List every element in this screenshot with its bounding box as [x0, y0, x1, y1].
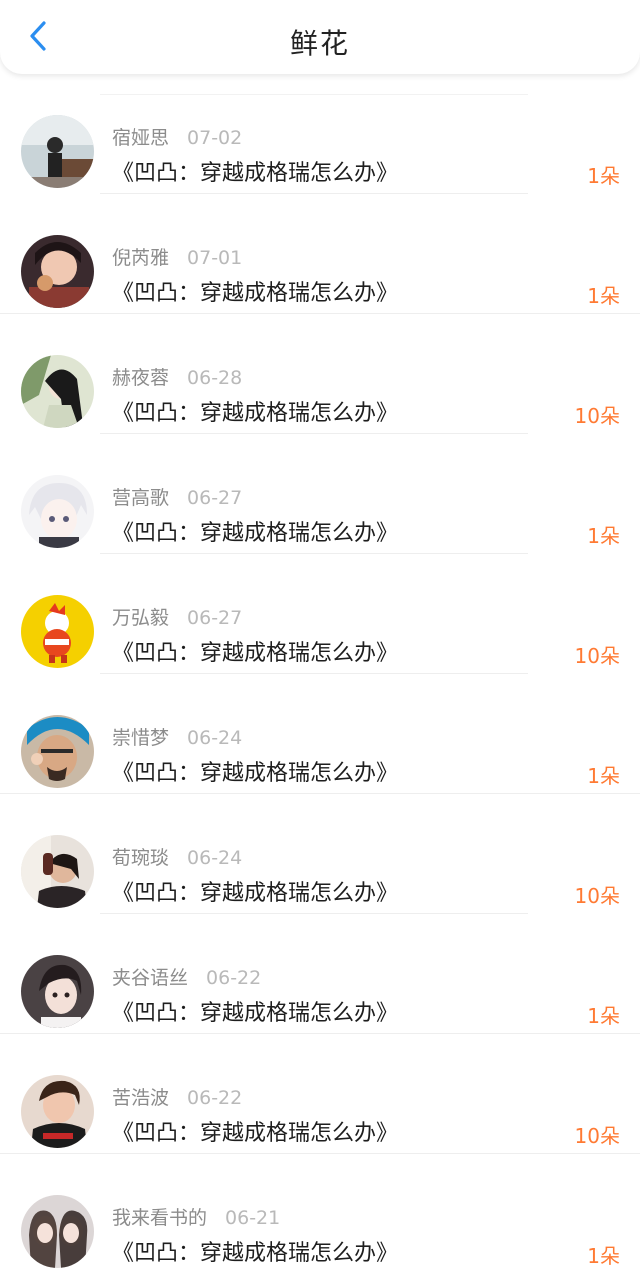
avatar[interactable]: [21, 715, 94, 788]
book-title: 《凹凸：穿越成格瑞怎么办》: [112, 401, 399, 426]
book-title: 《凹凸：穿越成格瑞怎么办》: [112, 1121, 399, 1146]
list-item[interactable]: 营高歌 06-27 《凹凸：穿越成格瑞怎么办》 1朵: [0, 434, 640, 554]
list-item[interactable]: 赫夜蓉 06-28 《凹凸：穿越成格瑞怎么办》 10朵: [0, 314, 640, 434]
gift-date: 06-27: [187, 487, 243, 509]
book-title: 《凹凸：穿越成格瑞怎么办》: [112, 161, 399, 186]
book-title: 《凹凸：穿越成格瑞怎么办》: [112, 521, 399, 546]
user-name: 宿娅思: [112, 127, 170, 149]
book-title: 《凹凸：穿越成格瑞怎么办》: [112, 761, 399, 786]
top-bar: 鲜花: [0, 0, 640, 74]
flower-count: 10朵: [574, 644, 620, 668]
user-name: 倪芮雅: [112, 247, 170, 269]
user-name: 崇惜梦: [112, 727, 170, 749]
list-item[interactable]: 苦浩波 06-22 《凹凸：穿越成格瑞怎么办》 10朵: [0, 1034, 640, 1154]
gift-date: 06-24: [187, 727, 243, 749]
user-name: 赫夜蓉: [112, 367, 170, 389]
user-name: 我来看书的: [112, 1207, 208, 1229]
book-title: 《凹凸：穿越成格瑞怎么办》: [112, 881, 399, 906]
book-title: 《凹凸：穿越成格瑞怎么办》: [112, 1241, 399, 1266]
user-name: 夹谷语丝: [112, 967, 189, 989]
flower-count: 10朵: [574, 1124, 620, 1148]
avatar[interactable]: [21, 955, 94, 1028]
list-item[interactable]: 万弘毅 06-27 《凹凸：穿越成格瑞怎么办》 10朵: [0, 554, 640, 674]
page-title: 鲜花: [289, 27, 350, 60]
user-name: 苦浩波: [112, 1087, 170, 1109]
user-name: 万弘毅: [112, 607, 170, 629]
flower-count: 10朵: [574, 404, 620, 428]
list-item[interactable]: 夹谷语丝 06-22 《凹凸：穿越成格瑞怎么办》 1朵: [0, 914, 640, 1034]
book-title: 《凹凸：穿越成格瑞怎么办》: [112, 1001, 399, 1026]
list-item[interactable]: 倪芮雅 07-01 《凹凸：穿越成格瑞怎么办》 1朵: [0, 194, 640, 314]
gift-date: 07-02: [187, 127, 243, 149]
user-name: 荀琬琰: [112, 847, 170, 869]
list-item[interactable]: 我来看书的 06-21 《凹凸：穿越成格瑞怎么办》 1朵: [0, 1154, 640, 1274]
flower-count: 1朵: [587, 164, 620, 188]
user-name: 营高歌: [112, 487, 170, 509]
flower-count: 1朵: [587, 1244, 620, 1268]
avatar[interactable]: [21, 1075, 94, 1148]
flower-count: 1朵: [587, 524, 620, 548]
avatar[interactable]: [21, 595, 94, 668]
avatar[interactable]: [21, 235, 94, 308]
avatar[interactable]: [21, 115, 94, 188]
avatar[interactable]: [21, 475, 94, 548]
avatar[interactable]: [21, 355, 94, 428]
flower-count: 1朵: [587, 1004, 620, 1028]
book-title: 《凹凸：穿越成格瑞怎么办》: [112, 281, 399, 306]
gift-date: 06-24: [187, 847, 243, 869]
list-item[interactable]: 崇惜梦 06-24 《凹凸：穿越成格瑞怎么办》 1朵: [0, 674, 640, 794]
gift-date: 06-27: [187, 607, 243, 629]
flower-count: 10朵: [574, 884, 620, 908]
gift-date: 06-22: [206, 967, 262, 989]
flower-count: 1朵: [587, 764, 620, 788]
list-item[interactable]: 宿娅思 07-02 《凹凸：穿越成格瑞怎么办》 1朵: [0, 74, 640, 194]
avatar[interactable]: [21, 1195, 94, 1268]
gift-date: 06-22: [187, 1087, 243, 1109]
gift-date: 06-28: [187, 367, 243, 389]
gift-date: 07-01: [187, 247, 243, 269]
list-item[interactable]: 荀琬琰 06-24 《凹凸：穿越成格瑞怎么办》 10朵: [0, 794, 640, 914]
flower-count: 1朵: [587, 284, 620, 308]
gift-date: 06-21: [225, 1207, 281, 1229]
book-title: 《凹凸：穿越成格瑞怎么办》: [112, 641, 399, 666]
avatar[interactable]: [21, 835, 94, 908]
